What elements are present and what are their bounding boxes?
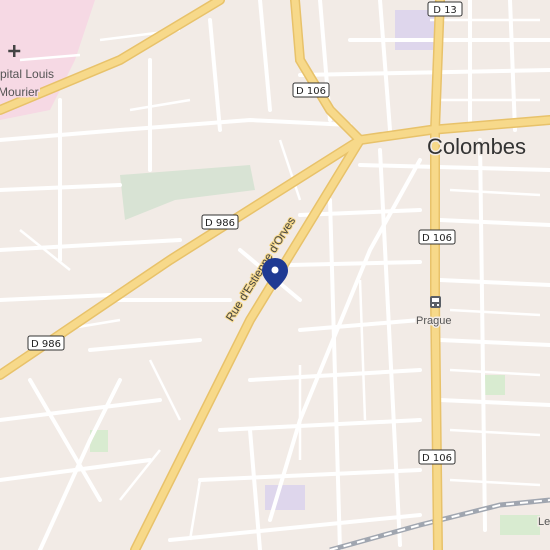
edge-label: Le	[538, 516, 550, 528]
map-view[interactable]: pital Louis Mourier Colombes Rue d'Estie…	[0, 0, 550, 550]
hospital-label-line1: pital Louis	[0, 67, 54, 81]
map-canvas[interactable]: pital Louis Mourier Colombes Rue d'Estie…	[0, 0, 550, 550]
svg-text:D 986: D 986	[31, 339, 61, 350]
svg-text:D 986: D 986	[205, 218, 235, 229]
road-shield-d986: D 986	[27, 335, 65, 351]
park-small	[485, 375, 505, 395]
road-shield-d13: D 13	[427, 1, 463, 17]
svg-text:D 106: D 106	[296, 86, 326, 97]
bus-station-icon[interactable]	[430, 296, 441, 308]
road-shield-d106: D 106	[418, 229, 456, 245]
svg-text:D 106: D 106	[422, 233, 452, 244]
hospital-label-line2: Mourier	[0, 85, 39, 99]
place-label-colombes: Colombes	[427, 134, 526, 159]
park-small	[500, 515, 540, 535]
building-block	[265, 485, 305, 510]
road-shield-d106: D 106	[418, 449, 456, 465]
road-shield-d986: D 986	[201, 214, 239, 230]
station-label: Prague	[416, 315, 451, 327]
svg-text:D 13: D 13	[433, 5, 457, 16]
road-shield-d106: D 106	[292, 82, 330, 98]
svg-text:D 106: D 106	[422, 453, 452, 464]
